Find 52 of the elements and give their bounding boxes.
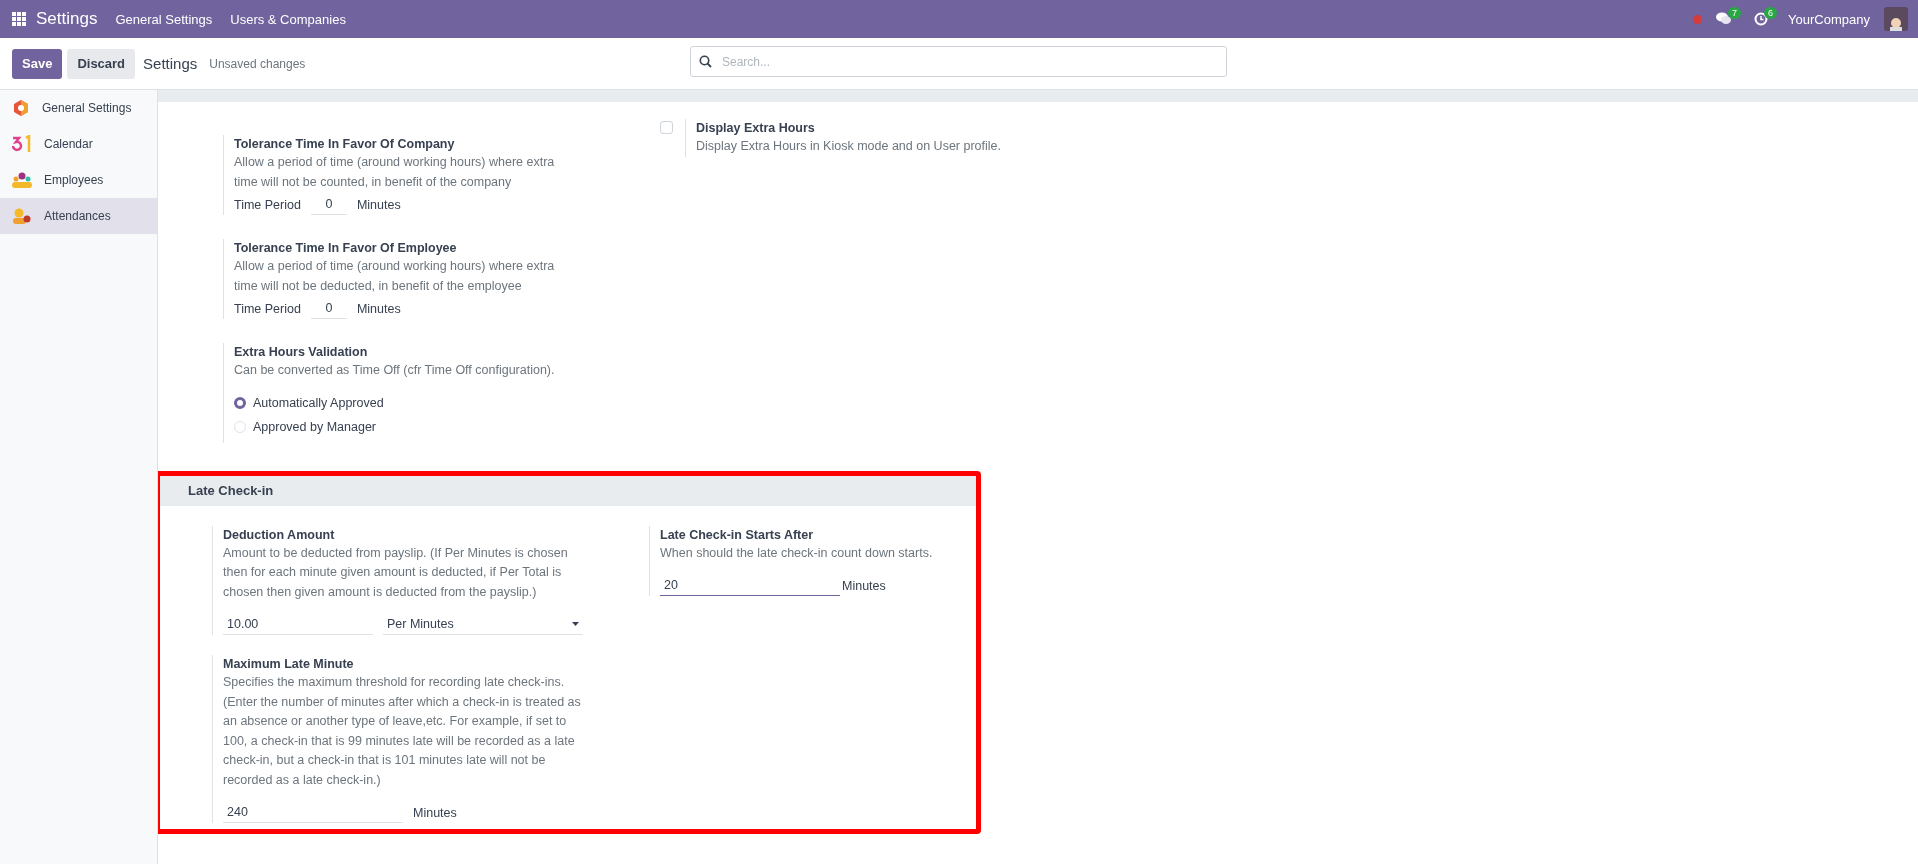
person-clock-icon bbox=[12, 208, 32, 224]
sidebar-item[interactable]: General Settings bbox=[0, 90, 157, 126]
setting-title: Tolerance Time In Favor Of Company bbox=[234, 136, 456, 153]
sidebar-item[interactable]: Calendar bbox=[0, 126, 157, 162]
sidebar-item[interactable]: Attendances bbox=[0, 198, 157, 234]
section-title: Late Check-in bbox=[188, 483, 274, 498]
unit-label: Minutes bbox=[356, 197, 401, 212]
activity-count-badge: 6 bbox=[1764, 7, 1778, 19]
search-icon bbox=[699, 55, 712, 68]
status-dot-icon bbox=[1693, 14, 1703, 24]
setting-title: Deduction Amount bbox=[223, 526, 336, 544]
nav-menu-item[interactable]: Users & Companies bbox=[230, 11, 346, 27]
app-title: Settings bbox=[36, 9, 98, 29]
unsaved-status: Unsaved changes bbox=[209, 56, 306, 71]
sidebar-item[interactable]: Employees bbox=[0, 162, 157, 198]
unit-label: Minutes bbox=[356, 301, 401, 316]
field-label: Time Period bbox=[234, 301, 301, 316]
setting-description: Allow a period of time (around working hours) where extra time will not be deducted, in benefit of the employee bbox=[234, 258, 556, 295]
company-name[interactable]: YourCompany bbox=[1788, 11, 1870, 27]
setting-title: Late Check-in Starts After bbox=[660, 526, 815, 544]
setting-title: Maximum Late Minute bbox=[223, 656, 355, 673]
radio-option[interactable]: Approved by Manager bbox=[234, 414, 579, 439]
setting-title: Display Extra Hours bbox=[696, 120, 816, 137]
radio-option[interactable]: Automatically Approved bbox=[234, 390, 579, 415]
unit-label: Minutes bbox=[842, 578, 886, 593]
hexagon-icon bbox=[12, 99, 30, 117]
discard-button[interactable]: Discard bbox=[67, 48, 136, 79]
setting-title: Tolerance Time In Favor Of Employee bbox=[234, 240, 458, 257]
setting-description: Can be converted as Time Off (cfr Time Off configuration). bbox=[234, 362, 556, 379]
apps-grid-icon[interactable] bbox=[12, 12, 26, 26]
setting-description: Display Extra Hours in Kiosk mode and on User profile. bbox=[696, 138, 1002, 155]
field-label: Time Period bbox=[234, 197, 301, 212]
setting-description: Specifies the maximum threshold for recording late check-ins. (Enter the number of minutes after which a check-in is treated as an absence or another type of leave,etc. For example, if set to 100, a check-in that is 99 minutes late will be recorded as a late check-in, but a check-in that is 101 minutes late will not be recorded as a late check-in.) bbox=[223, 674, 582, 789]
checkbox[interactable] bbox=[660, 121, 673, 134]
message-count-badge: 7 bbox=[1728, 7, 1742, 19]
unit-label: Minutes bbox=[413, 805, 457, 820]
user-avatar[interactable] bbox=[1884, 7, 1908, 31]
setting-description: When should the late check-in count down starts. bbox=[660, 544, 934, 562]
calendar-icon bbox=[12, 135, 32, 153]
nav-menu-item[interactable]: General Settings bbox=[115, 11, 213, 27]
radio-icon[interactable] bbox=[234, 396, 246, 409]
mode-select[interactable]: Per Minutes bbox=[383, 614, 583, 635]
setting-description: Amount to be deducted from payslip. (If Per Minutes is chosen then for each minute given amount is deducted, if Per Total is chosen then given amount is deducted from the payslip.) bbox=[223, 544, 569, 601]
setting-title: Extra Hours Validation bbox=[234, 344, 369, 361]
clock-icon[interactable] bbox=[1754, 12, 1769, 26]
search-field[interactable]: Search... bbox=[690, 46, 1227, 77]
save-button[interactable]: Save bbox=[12, 48, 63, 79]
chat-icon[interactable] bbox=[1716, 12, 1733, 26]
setting-description: Allow a period of time (around working hours) where extra time will not be counted, in benefit of the company bbox=[234, 154, 556, 191]
caret-icon bbox=[572, 622, 579, 626]
page-title: Settings bbox=[143, 55, 198, 72]
people-icon bbox=[12, 172, 32, 188]
